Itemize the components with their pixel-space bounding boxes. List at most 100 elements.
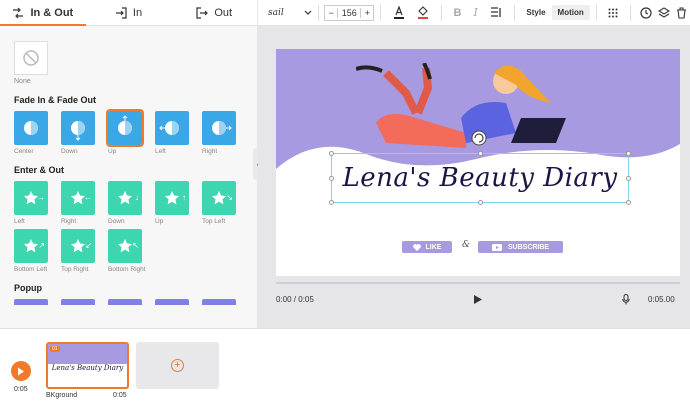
clip-thumbnail-title: Lena's Beauty Diary: [51, 364, 124, 372]
motion-button[interactable]: Motion: [551, 5, 590, 20]
timing-button[interactable]: [640, 6, 652, 19]
in-out-icon: [13, 7, 24, 18]
animation-panel: In & Out In Out None Fade In & Fade Out …: [0, 0, 258, 328]
popup-tile[interactable]: [108, 299, 142, 305]
align-button[interactable]: [490, 7, 502, 18]
enter-tile[interactable]: ↖: [108, 229, 142, 263]
enter-tile[interactable]: →: [14, 181, 48, 215]
add-scene-button[interactable]: +: [136, 342, 219, 389]
resize-handle[interactable]: [329, 151, 334, 156]
enter-tile[interactable]: ↙: [61, 229, 95, 263]
fade-tile[interactable]: [202, 111, 236, 145]
italic-button[interactable]: I: [473, 6, 477, 19]
animation-list[interactable]: None Fade In & Fade Out Center Down Up Left…: [0, 27, 257, 328]
timeline-play-button[interactable]: [11, 361, 31, 381]
popup-tile[interactable]: [202, 299, 236, 305]
fade-tile[interactable]: [61, 111, 95, 145]
popup-tile[interactable]: [61, 299, 95, 305]
tab-in[interactable]: In: [86, 0, 172, 25]
subscribe-label: SUBSCRIBE: [507, 243, 550, 251]
tab-label: In: [132, 6, 143, 19]
design-canvas[interactable]: Lena's Beauty Diary LIKE & SUBSCRIBE: [276, 49, 680, 276]
direction-arrow-icon: ↘: [226, 193, 233, 202]
like-button[interactable]: LIKE: [402, 241, 452, 253]
tab-out[interactable]: Out: [171, 0, 257, 25]
fade-animation-right[interactable]: Right: [202, 111, 236, 155]
microphone-icon[interactable]: [622, 293, 630, 305]
none-tile[interactable]: [14, 41, 48, 75]
clip-name[interactable]: BKground: [46, 392, 77, 399]
resize-handle[interactable]: [329, 176, 334, 181]
animation-label: Up: [108, 148, 117, 155]
trash-icon: [677, 6, 687, 19]
font-size-stepper[interactable]: − 156 +: [324, 4, 375, 21]
paint-bucket-icon: [417, 6, 428, 19]
enter-animation[interactable]: ↓ Down: [108, 181, 142, 225]
popup-tile[interactable]: [14, 299, 48, 305]
fade-icon: [24, 121, 38, 135]
font-select[interactable]: sail: [268, 8, 312, 18]
bold-button[interactable]: B: [453, 7, 461, 19]
increase-size-button[interactable]: +: [361, 8, 373, 18]
tab-in-out[interactable]: In & Out: [0, 0, 86, 26]
align-icon: [490, 7, 501, 17]
highlight-color-button[interactable]: [417, 6, 429, 19]
enter-tile[interactable]: ↘: [202, 181, 236, 215]
enter-animation[interactable]: ↑ Up: [155, 181, 189, 225]
divider: [630, 4, 632, 21]
animation-none[interactable]: None: [14, 41, 243, 85]
resize-handle[interactable]: [329, 200, 334, 205]
resize-handle[interactable]: [478, 151, 483, 156]
canvas-title[interactable]: Lena's Beauty Diary: [342, 163, 617, 193]
resize-handle[interactable]: [626, 176, 631, 181]
enter-tile[interactable]: ↓: [108, 181, 142, 215]
editor-app: In & Out In Out None Fade In & Fade Out …: [0, 0, 690, 405]
tab-label: Out: [214, 6, 233, 19]
enter-animation[interactable]: ← Right: [61, 181, 95, 225]
play-icon[interactable]: [473, 294, 483, 305]
enter-animation[interactable]: ↗ Bottom Left: [14, 229, 48, 273]
star-icon: [212, 191, 226, 205]
enter-tile[interactable]: ↗: [14, 229, 48, 263]
layers-button[interactable]: [658, 6, 671, 19]
popup-tile[interactable]: [155, 299, 189, 305]
font-size-value[interactable]: 156: [337, 7, 362, 18]
fade-tile[interactable]: [106, 109, 144, 147]
fade-animation-down[interactable]: Down: [61, 111, 95, 155]
resize-handle[interactable]: [626, 200, 631, 205]
resize-handle[interactable]: [626, 151, 631, 156]
decrease-size-button[interactable]: −: [325, 8, 337, 18]
fade-tile[interactable]: [155, 111, 189, 145]
star-icon: [24, 239, 38, 253]
enter-animation[interactable]: ↘ Top Left: [202, 181, 236, 225]
animation-label: Right: [61, 218, 77, 225]
scene-clip[interactable]: 01 Lena's Beauty Diary: [46, 342, 129, 389]
enter-tile[interactable]: ↑: [155, 181, 189, 215]
enter-animation[interactable]: ↖ Bottom Right: [108, 229, 146, 273]
chevron-down-icon: [304, 10, 312, 15]
fade-animation-center[interactable]: Center: [14, 111, 48, 155]
more-options-button[interactable]: [608, 8, 618, 18]
style-button[interactable]: Style: [520, 5, 551, 20]
subscribe-button[interactable]: SUBSCRIBE: [478, 241, 563, 253]
resize-handle[interactable]: [478, 200, 483, 205]
none-label: None: [14, 78, 31, 85]
scene-timeline: 0:05 01 Lena's Beauty Diary BKground 0:0…: [0, 328, 690, 405]
enter-tile[interactable]: ←: [61, 181, 95, 215]
enter-animation[interactable]: ↙ Top Right: [61, 229, 95, 273]
animation-label: Up: [155, 218, 164, 225]
text-color-button[interactable]: [393, 6, 405, 19]
animation-label: Down: [108, 218, 125, 225]
fade-tile[interactable]: [14, 111, 48, 145]
fade-animation-left[interactable]: Left: [155, 111, 189, 155]
enter-animation[interactable]: → Left: [14, 181, 48, 225]
woman-illustration: [356, 63, 566, 148]
animation-label: Top Left: [202, 218, 226, 225]
animation-label: Top Right: [61, 266, 89, 273]
fade-animation-up[interactable]: Up: [106, 109, 144, 155]
title-text-box[interactable]: Lena's Beauty Diary: [329, 151, 631, 205]
star-icon: [118, 191, 132, 205]
delete-button[interactable]: [676, 6, 687, 19]
fade-icon: [71, 121, 85, 141]
youtube-icon: [491, 243, 502, 251]
